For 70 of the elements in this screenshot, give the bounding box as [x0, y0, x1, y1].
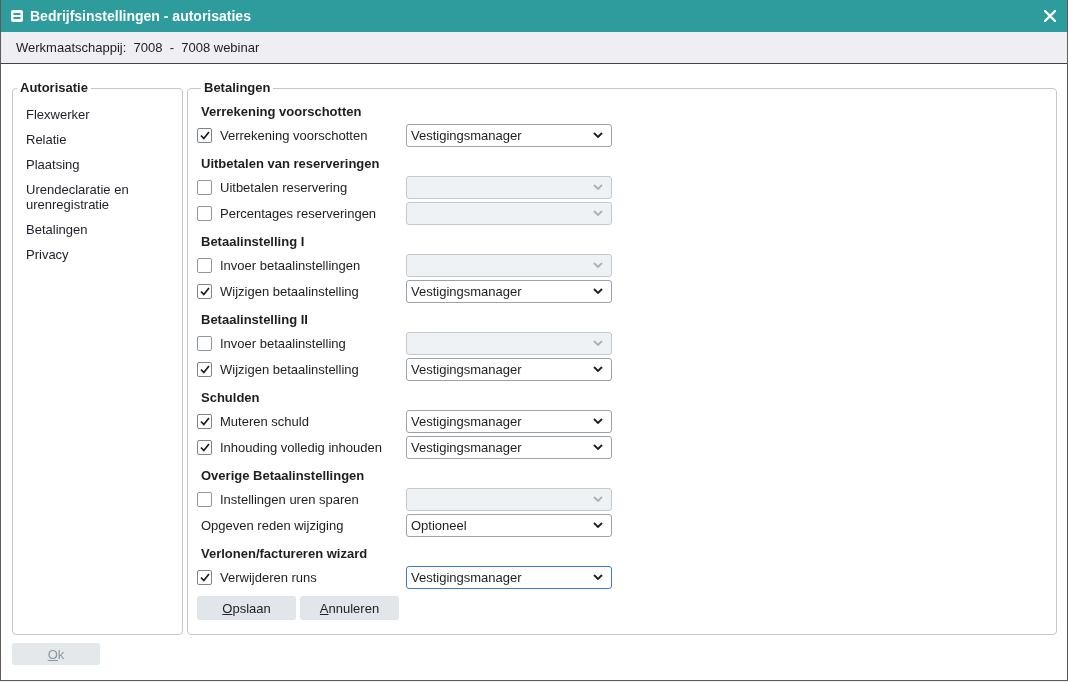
field-label: Opgeven reden wijziging [200, 517, 344, 533]
nav-link[interactable]: Relatie [13, 127, 182, 152]
checkbox[interactable] [197, 335, 212, 351]
chevron-down-icon [593, 574, 603, 580]
chevron-down-icon [593, 210, 603, 216]
chevron-down-icon [593, 340, 603, 346]
chevron-down-icon [593, 262, 603, 268]
checkbox[interactable] [197, 439, 212, 455]
dropdown[interactable]: Optioneel [406, 513, 612, 537]
nav-link[interactable]: Flexwerker [13, 102, 182, 127]
checkbox-label: Instellingen uren sparen [220, 491, 359, 507]
dropdown[interactable]: Vestigingsmanager [406, 123, 612, 147]
checkbox-label: Inhouding volledig inhouden [220, 439, 382, 455]
dropdown[interactable]: Vestigingsmanager [406, 409, 612, 433]
chevron-down-icon [593, 522, 603, 528]
chevron-down-icon [593, 288, 603, 294]
panel-legend: Autorisatie [17, 80, 91, 96]
dropdown[interactable]: Vestigingsmanager [406, 357, 612, 381]
check-icon [199, 572, 210, 582]
checkbox-label: Uitbetalen reservering [220, 179, 348, 195]
chevron-down-icon [593, 132, 603, 138]
window-title: Bedrijfsinstellingen - autorisaties [30, 8, 251, 24]
checkbox[interactable] [197, 569, 212, 585]
chevron-down-icon [593, 444, 603, 450]
chevron-down-icon [593, 496, 603, 502]
checkbox-label: Muteren schuld [220, 413, 309, 429]
checkbox[interactable] [197, 127, 212, 143]
nav-link[interactable]: Plaatsing [13, 152, 182, 177]
section-heading: Overige Betaalinstellingen [200, 467, 366, 485]
chevron-down-icon [593, 366, 603, 372]
nav-link[interactable]: Betalingen [13, 217, 182, 242]
checkbox-label: Percentages reserveringen [220, 205, 377, 221]
checkbox[interactable] [197, 413, 212, 429]
check-icon [199, 416, 210, 426]
checkbox[interactable] [197, 283, 212, 299]
checkbox-label: Wijzigen betaalinstelling [220, 283, 359, 299]
panel-legend: Betalingen [201, 80, 274, 96]
checkbox[interactable] [197, 491, 212, 507]
check-icon [199, 442, 210, 452]
check-icon [199, 364, 210, 374]
checkbox[interactable] [197, 179, 212, 195]
nav-link[interactable]: Privacy [13, 242, 182, 267]
section-heading: Verlonen/factureren wizard [200, 545, 369, 563]
save-button[interactable]: Opslaan [197, 596, 296, 620]
checkbox-label: Verwijderen runs [220, 569, 317, 585]
section-heading: Betaalinstelling I [200, 233, 306, 251]
checkbox-label: Invoer betaalinstelling [220, 335, 346, 351]
section-heading: Verrekening voorschotten [200, 103, 363, 121]
section-heading: Uitbetalen van reserveringen [200, 155, 381, 173]
chevron-down-icon [593, 418, 603, 424]
check-icon [199, 286, 210, 296]
checkbox-label: Wijzigen betaalinstelling [220, 361, 359, 377]
form-icon [11, 10, 23, 22]
dropdown[interactable]: Vestigingsmanager [406, 565, 612, 589]
section-heading: Betaalinstelling II [200, 311, 309, 329]
checkbox-label: Verrekening voorschotten [220, 127, 368, 143]
checkbox[interactable] [197, 205, 212, 221]
check-icon [199, 130, 210, 140]
cancel-button[interactable]: Annuleren [300, 596, 399, 620]
nav-link[interactable]: Urendeclaratie en urenregistratie [13, 177, 182, 217]
checkbox[interactable] [197, 361, 212, 377]
section-heading: Schulden [200, 389, 261, 407]
close-icon [1044, 10, 1056, 22]
company-info: Werkmaatschappij: 7008 - 7008 webinar [16, 40, 260, 55]
dropdown[interactable]: Vestigingsmanager [406, 435, 612, 459]
chevron-down-icon [593, 184, 603, 190]
checkbox[interactable] [197, 257, 212, 273]
close-button[interactable] [1042, 8, 1058, 24]
dropdown[interactable]: Vestigingsmanager [406, 279, 612, 303]
checkbox-label: Invoer betaalinstellingen [220, 257, 361, 273]
